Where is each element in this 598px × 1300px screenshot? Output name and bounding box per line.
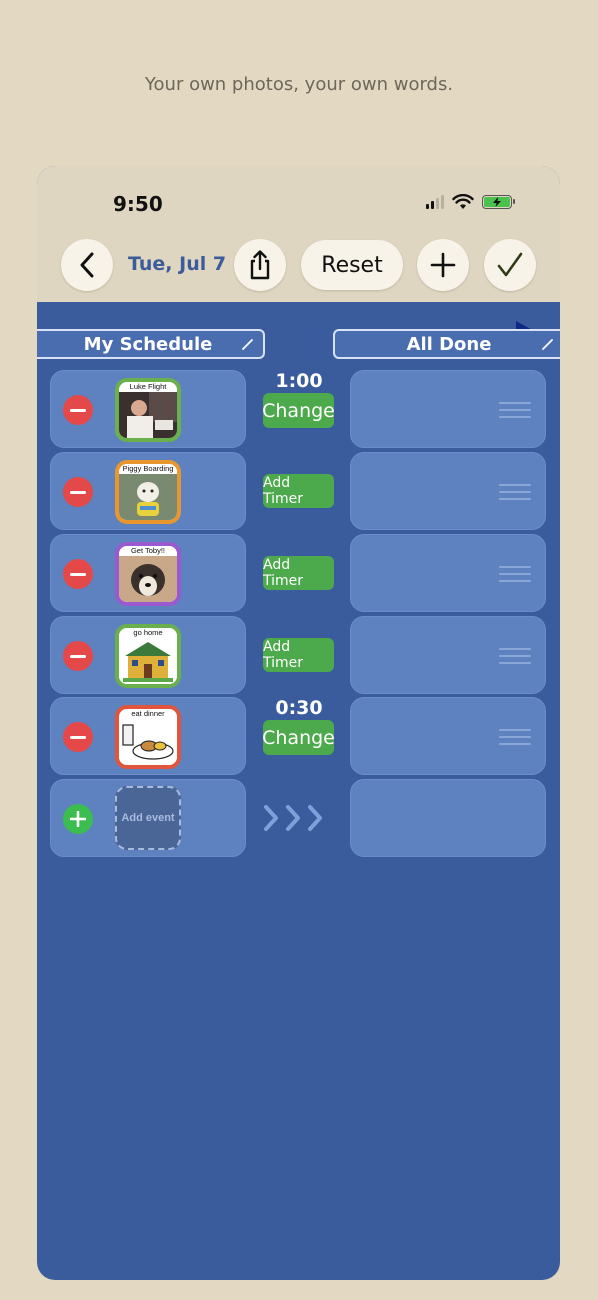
add-event-label: Add event bbox=[121, 812, 175, 824]
share-icon bbox=[250, 250, 270, 280]
move-arrows bbox=[263, 804, 323, 832]
event-label: Get Toby!! bbox=[119, 546, 177, 556]
drag-handle-icon[interactable] bbox=[499, 729, 531, 745]
remove-event-button[interactable] bbox=[63, 722, 93, 752]
done-slot[interactable] bbox=[350, 452, 546, 530]
add-timer-button[interactable]: Add Timer bbox=[263, 474, 334, 508]
chevron-right-icon bbox=[264, 805, 278, 831]
dinner-plate-icon bbox=[119, 719, 177, 765]
event-label: eat dinner bbox=[119, 709, 177, 719]
minus-icon bbox=[70, 408, 86, 412]
chevron-right-icon bbox=[308, 805, 322, 831]
minus-icon bbox=[70, 490, 86, 494]
photo-person-icon bbox=[119, 392, 177, 438]
photo-dog-icon bbox=[119, 474, 177, 520]
done-slot[interactable] bbox=[350, 370, 546, 448]
remove-event-button[interactable] bbox=[63, 641, 93, 671]
event-label: Piggy Boarding bbox=[119, 464, 177, 474]
back-button[interactable] bbox=[61, 239, 113, 291]
schedule-date[interactable]: Tue, Jul 7 bbox=[128, 253, 226, 275]
minus-icon bbox=[70, 572, 86, 576]
change-timer-button[interactable]: Change bbox=[262, 393, 335, 428]
remove-event-button[interactable] bbox=[63, 477, 93, 507]
chevron-left-icon bbox=[80, 252, 94, 278]
remove-event-button[interactable] bbox=[63, 395, 93, 425]
event-image[interactable]: Piggy Boarding bbox=[115, 460, 181, 524]
timer-value: 1:00 bbox=[275, 370, 323, 392]
pencil-icon bbox=[542, 339, 553, 350]
event-image[interactable]: Luke Flight bbox=[115, 378, 181, 442]
event-label: Luke Flight bbox=[119, 382, 177, 392]
drag-handle-icon[interactable] bbox=[499, 648, 531, 664]
done-slot[interactable] bbox=[350, 534, 546, 612]
my-schedule-title: My Schedule bbox=[83, 333, 213, 355]
event-card[interactable]: Get Toby!! bbox=[50, 534, 246, 612]
timer-value: 0:30 bbox=[275, 697, 323, 719]
add-event-card[interactable]: Add event bbox=[50, 779, 246, 857]
reset-button[interactable]: Reset bbox=[301, 240, 403, 290]
checkmark-icon bbox=[497, 252, 523, 277]
share-button[interactable] bbox=[234, 239, 286, 291]
done-slot[interactable] bbox=[350, 697, 546, 775]
top-bar: 9:50 Tue, Jul 7 Reset bbox=[37, 166, 560, 302]
battery-icon bbox=[482, 195, 515, 209]
cellular-signal-icon bbox=[426, 195, 444, 209]
done-slot[interactable] bbox=[350, 779, 546, 857]
drag-handle-icon[interactable] bbox=[499, 402, 531, 418]
plus-icon bbox=[430, 252, 456, 278]
plus-icon bbox=[70, 811, 86, 827]
chevron-right-icon bbox=[286, 805, 300, 831]
minus-icon bbox=[70, 735, 86, 739]
status-icons bbox=[426, 194, 515, 210]
photo-puppy-icon bbox=[119, 556, 177, 602]
add-button[interactable] bbox=[417, 239, 469, 291]
drag-handle-icon[interactable] bbox=[499, 566, 531, 582]
house-icon bbox=[119, 638, 177, 684]
event-card[interactable]: Piggy Boarding bbox=[50, 452, 246, 530]
minus-icon bbox=[70, 654, 86, 658]
tagline: Your own photos, your own words. bbox=[144, 74, 454, 95]
add-timer-button[interactable]: Add Timer bbox=[263, 638, 334, 672]
done-button[interactable] bbox=[484, 239, 536, 291]
drag-handle-icon[interactable] bbox=[499, 484, 531, 500]
add-event-button[interactable] bbox=[63, 804, 93, 834]
event-card[interactable]: eat dinner bbox=[50, 697, 246, 775]
pencil-icon bbox=[242, 339, 253, 350]
done-slot[interactable] bbox=[350, 616, 546, 694]
event-image[interactable]: eat dinner bbox=[115, 705, 181, 769]
event-label: go home bbox=[119, 628, 177, 638]
change-timer-button[interactable]: Change bbox=[262, 720, 335, 755]
my-schedule-header[interactable]: My Schedule bbox=[37, 329, 265, 359]
phone-screen: 9:50 Tue, Jul 7 Reset My Schedule All Do… bbox=[37, 166, 560, 1280]
add-event-placeholder[interactable]: Add event bbox=[115, 786, 181, 850]
all-done-title: All Done bbox=[406, 333, 492, 355]
event-card[interactable]: go home bbox=[50, 616, 246, 694]
status-time: 9:50 bbox=[113, 192, 163, 216]
add-timer-button[interactable]: Add Timer bbox=[263, 556, 334, 590]
event-image[interactable]: Get Toby!! bbox=[115, 542, 181, 606]
wifi-icon bbox=[452, 194, 474, 209]
event-image[interactable]: go home bbox=[115, 624, 181, 688]
remove-event-button[interactable] bbox=[63, 559, 93, 589]
event-card[interactable]: Luke Flight bbox=[50, 370, 246, 448]
all-done-header[interactable]: All Done bbox=[333, 329, 560, 359]
